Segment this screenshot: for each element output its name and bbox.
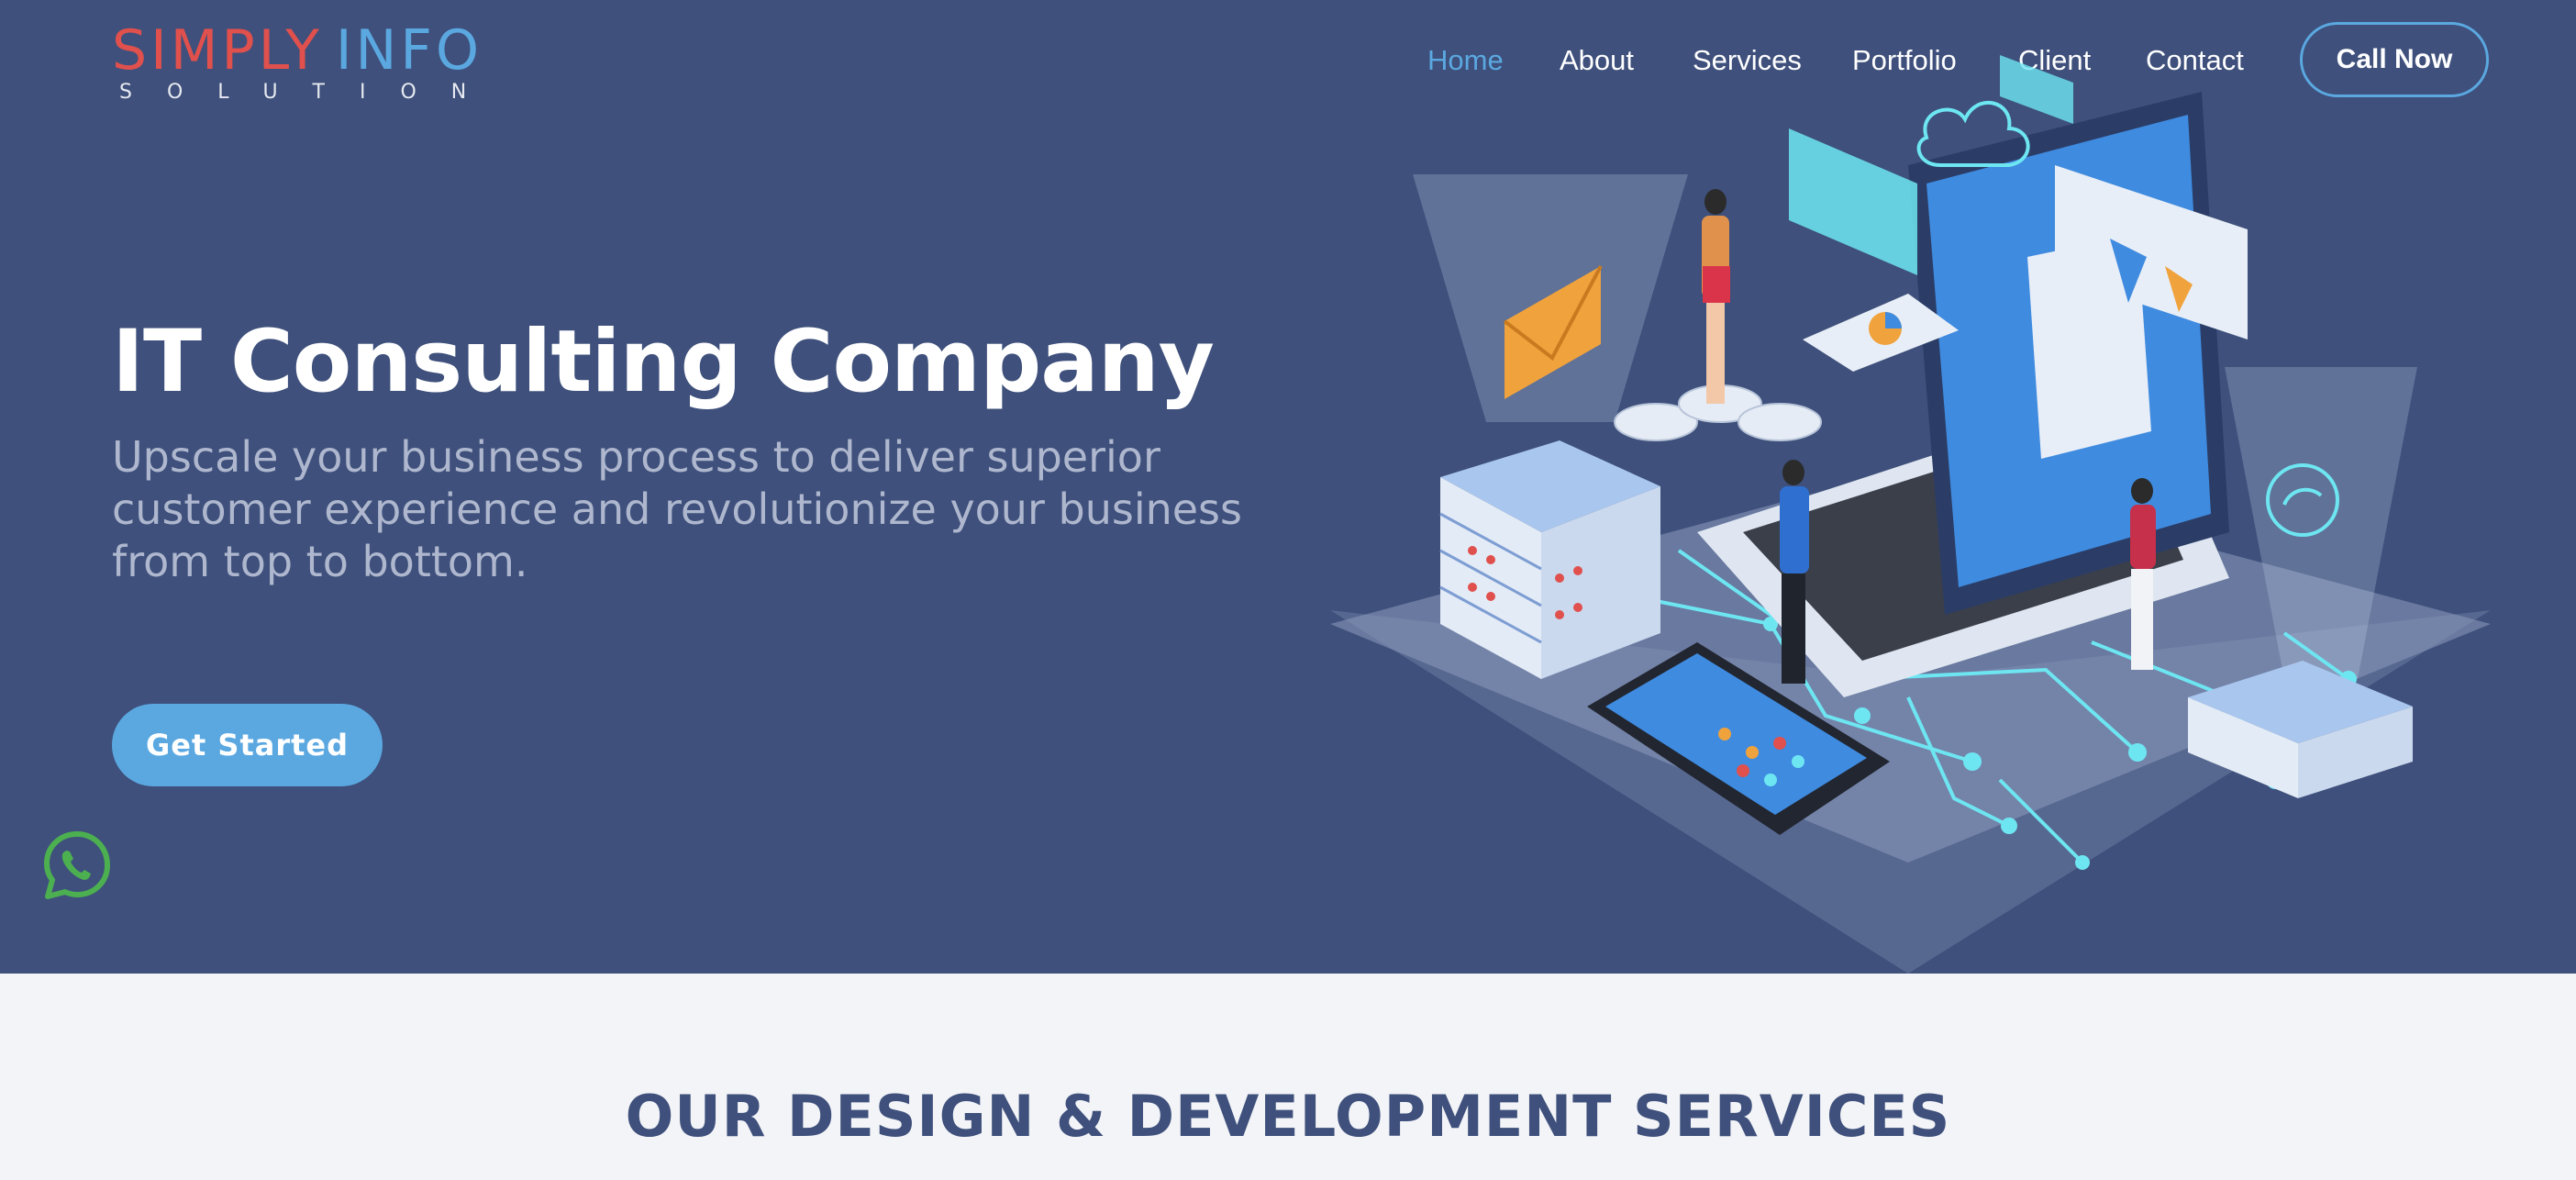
hero-subtitle: Upscale your business process to deliver… [112,432,1242,586]
services-section-title: OUR DESIGN & DEVELOPMENT SERVICES [625,1083,1951,1150]
hero-title: IT Consulting Company [112,312,1215,412]
whatsapp-icon[interactable] [40,829,114,902]
get-started-button[interactable]: Get Started [112,704,383,786]
logo-tagline: SOLUTION [119,81,502,104]
hero-illustration [1330,55,2491,974]
hero-section: SIMPLY INFO SOLUTION Home About Services … [0,0,2576,974]
